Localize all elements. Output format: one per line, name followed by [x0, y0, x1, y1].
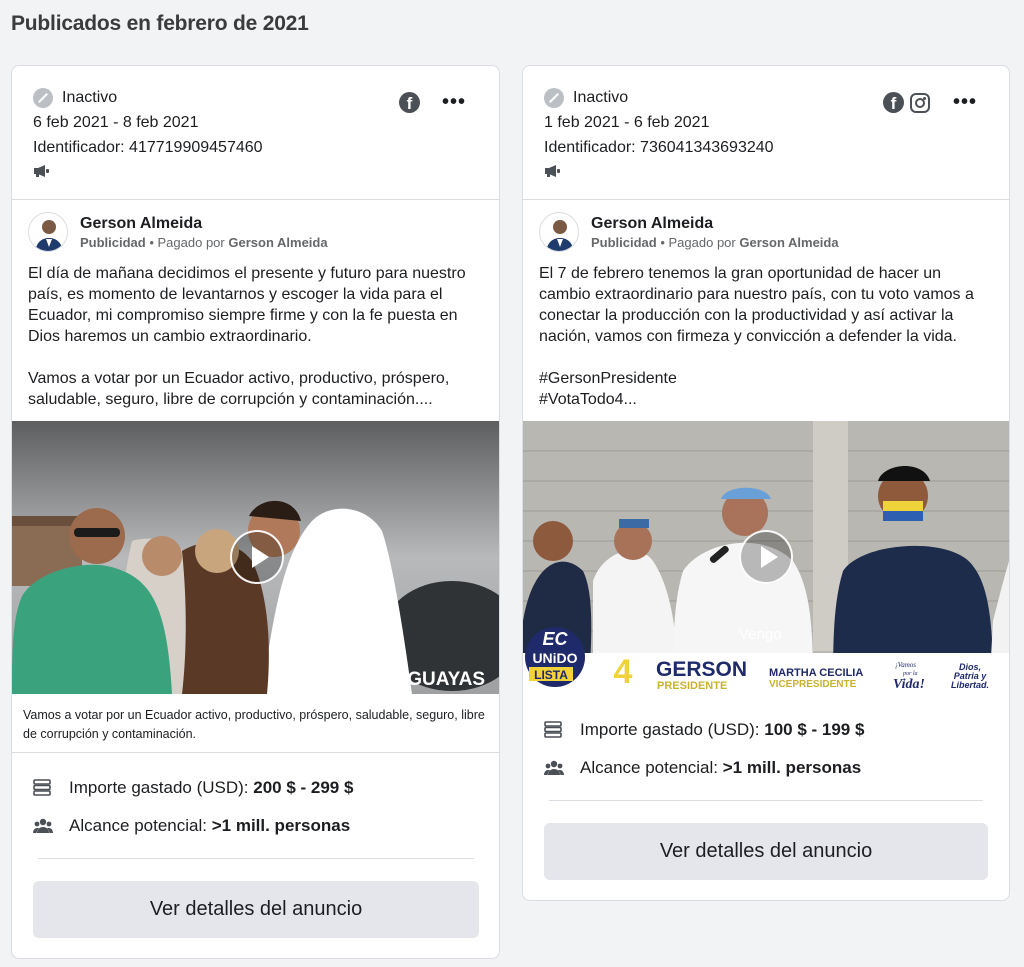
spend-label: Importe gastado (USD):: [69, 778, 249, 797]
ad-preview: Gerson Almeida Publicidad • Pagado por G…: [12, 200, 499, 410]
ad-meta: Inactivo 1 feb 2021 - 6 feb 2021 Identif…: [523, 66, 1009, 200]
more-options-icon[interactable]: •••: [442, 92, 466, 112]
ad-preview: Gerson Almeida Publicidad • Pagado por G…: [523, 200, 1009, 410]
banner-candidate-2: MARTHA CECILIA: [769, 667, 863, 679]
banner-role-1: PRESIDENTE: [657, 680, 727, 692]
money-stack-icon: [544, 721, 562, 738]
slogan-1a: ¡Vamos: [895, 661, 916, 669]
ad-identifier: Identificador: 417719909457460: [33, 139, 263, 156]
sponsored-label: Publicidad: [591, 235, 657, 250]
spend-value: 100 $ - 199 $: [764, 720, 865, 739]
advertiser-name[interactable]: Gerson Almeida: [80, 214, 328, 234]
platform-icons: f: [883, 92, 930, 113]
logo-number: 4: [614, 653, 633, 691]
reach-value: >1 mill. personas: [722, 758, 862, 777]
play-icon[interactable]: [230, 530, 284, 584]
ad-card: Inactivo 1 feb 2021 - 6 feb 2021 Identif…: [522, 65, 1010, 901]
ad-caption: Vamos a votar por un Ecuador activo, pro…: [23, 708, 485, 741]
date-range: 1 feb 2021 - 6 feb 2021: [544, 114, 710, 131]
see-ad-details-button[interactable]: Ver detalles del anuncio: [33, 881, 479, 938]
ad-video[interactable]: GUAYAQUIL, GUAYAS: [12, 421, 499, 694]
inactive-status-icon: [544, 88, 564, 108]
reach-value: >1 mill. personas: [211, 816, 351, 835]
logo-text-ec: EC: [542, 629, 568, 649]
facebook-icon: f: [883, 92, 904, 113]
divider: [549, 800, 983, 801]
logo-text-unido: UNiDO: [532, 650, 577, 666]
ad-stats: Importe gastado (USD): 100 $ - 199 $ Alc…: [523, 711, 1009, 787]
video-overlay-text: Vengo: [739, 626, 782, 643]
megaphone-icon: [34, 165, 49, 177]
sponsored-line: Publicidad • Pagado por Gerson Almeida: [80, 235, 328, 250]
paid-by-label: Pagado por: [157, 235, 225, 250]
logo-text-lista: LISTA: [534, 668, 568, 682]
reach-label: Alcance potencial:: [69, 816, 207, 835]
date-range: 6 feb 2021 - 8 feb 2021: [33, 114, 199, 131]
ad-identifier: Identificador: 736041343693240: [544, 139, 774, 156]
reach-row: Alcance potencial: >1 mill. personas: [523, 749, 1009, 787]
slogan-2c: Libertad.: [951, 680, 989, 690]
paid-by-name: Gerson Almeida: [739, 235, 839, 250]
status-label: Inactivo: [62, 89, 118, 106]
spend-value: 200 $ - 299 $: [253, 778, 354, 797]
inactive-status-icon: [33, 88, 53, 108]
see-ad-details-button[interactable]: Ver detalles del anuncio: [544, 823, 988, 880]
section-title: Publicados en febrero de 2021: [11, 12, 309, 35]
divider: [12, 752, 499, 753]
paid-by-name: Gerson Almeida: [228, 235, 328, 250]
megaphone-icon: [545, 165, 560, 177]
sponsored-line: Publicidad • Pagado por Gerson Almeida: [591, 235, 839, 250]
reach-label: Alcance potencial:: [580, 758, 718, 777]
banner-candidate-1: GERSON: [656, 658, 747, 681]
video-overlay-text: GUAYAQUIL, GUAYAS: [286, 669, 485, 690]
ad-meta: Inactivo 6 feb 2021 - 8 feb 2021 Identif…: [12, 66, 499, 200]
advertiser-avatar[interactable]: [28, 212, 68, 252]
money-stack-icon: [33, 779, 51, 796]
ad-text: El 7 de febrero tenemos la gran oportuni…: [539, 265, 974, 408]
banner-role-2: VICEPRESIDENTE: [769, 679, 857, 690]
people-icon: [33, 818, 53, 833]
divider: [38, 858, 474, 859]
facebook-icon: f: [399, 92, 420, 113]
ad-stats: Importe gastado (USD): 200 $ - 299 $ Alc…: [12, 769, 499, 845]
ad-text: El día de mañana decidimos el presente y…: [28, 265, 466, 408]
slogan-1c: Vida!: [893, 677, 925, 692]
instagram-icon: [910, 92, 930, 113]
people-icon: [544, 760, 564, 775]
ad-video[interactable]: Vengo EC UNiDO LISTA 4 GERSON PRESIDENTE…: [523, 421, 1009, 694]
sponsored-label: Publicidad: [80, 235, 146, 250]
play-icon[interactable]: [739, 530, 793, 584]
platform-icons: f: [399, 92, 420, 113]
reach-row: Alcance potencial: >1 mill. personas: [12, 807, 499, 845]
spend-row: Importe gastado (USD): 200 $ - 299 $: [12, 769, 499, 807]
spend-label: Importe gastado (USD):: [580, 720, 760, 739]
paid-by-label: Pagado por: [668, 235, 736, 250]
advertiser-avatar[interactable]: [539, 212, 579, 252]
advertiser-name[interactable]: Gerson Almeida: [591, 214, 839, 234]
more-options-icon[interactable]: •••: [953, 92, 977, 112]
spend-row: Importe gastado (USD): 100 $ - 199 $: [523, 711, 1009, 749]
status-label: Inactivo: [573, 89, 629, 106]
ad-card: Inactivo 6 feb 2021 - 8 feb 2021 Identif…: [11, 65, 500, 959]
